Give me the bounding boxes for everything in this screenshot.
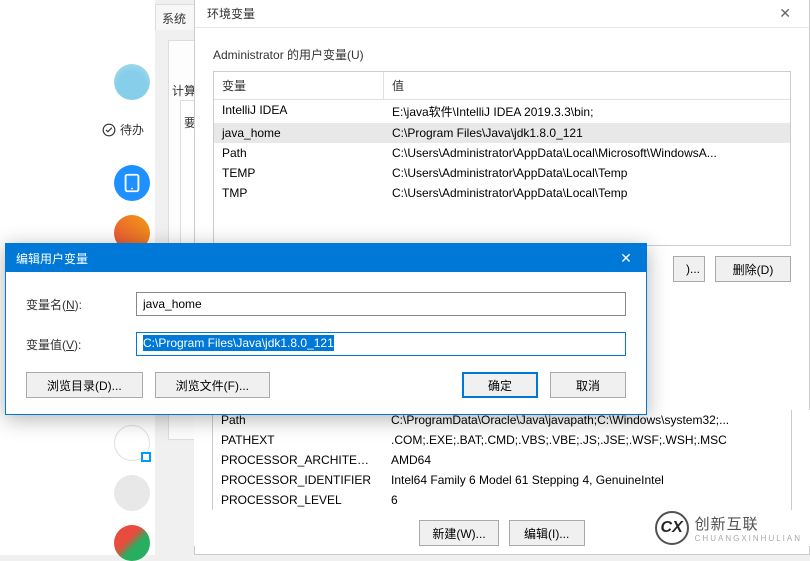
var-name-cell: TMP — [214, 183, 384, 203]
env-title-text: 环境变量 — [207, 5, 255, 22]
var-name-cell: java_home — [214, 123, 384, 143]
new-button[interactable]: 新建(W)... — [419, 520, 498, 546]
delete-button[interactable]: 删除(D) — [715, 256, 791, 282]
var-name-input[interactable] — [136, 292, 626, 316]
var-value-cell: AMD64 — [383, 450, 791, 470]
avatar[interactable] — [114, 475, 150, 511]
browse-file-button[interactable]: 浏览文件(F)... — [155, 372, 270, 398]
var-value-cell: C:\Program Files\Java\jdk1.8.0_121 — [384, 123, 790, 143]
table-header: 变量 值 — [214, 72, 790, 100]
table-row[interactable]: java_homeC:\Program Files\Java\jdk1.8.0_… — [214, 123, 790, 143]
pending-label[interactable]: 待办 — [102, 121, 144, 138]
var-name-cell: PROCESSOR_IDENTIFIER — [213, 470, 383, 490]
avatar[interactable] — [114, 64, 150, 100]
check-circle-icon — [102, 123, 116, 137]
var-value-cell: C:\Users\Administrator\AppData\Local\Tem… — [384, 183, 790, 203]
selection-dot-icon — [141, 452, 151, 462]
table-row[interactable]: PROCESSOR_ARCHITECT...AMD64 — [213, 450, 791, 470]
var-value-cell: .COM;.EXE;.BAT;.CMD;.VBS;.VBE;.JS;.JSE;.… — [383, 430, 791, 450]
tablet-icon — [121, 172, 143, 194]
ok-button[interactable]: 确定 — [462, 372, 538, 398]
system-tab[interactable]: 系统 — [155, 4, 195, 30]
dialog-titlebar[interactable]: 编辑用户变量 ✕ — [6, 244, 646, 272]
logo-icon: CX — [655, 511, 689, 545]
device-icon[interactable] — [114, 165, 150, 201]
table-row[interactable]: PROCESSOR_IDENTIFIERIntel64 Family 6 Mod… — [213, 470, 791, 490]
dialog-title: 编辑用户变量 — [16, 250, 88, 267]
table-row[interactable]: PATHEXT.COM;.EXE;.BAT;.CMD;.VBS;.VBE;.JS… — [213, 430, 791, 450]
watermark-logo: CX 创新互联 CHUANGXINHULIAN — [655, 511, 802, 545]
browse-dir-button[interactable]: 浏览目录(D)... — [26, 372, 143, 398]
table-row[interactable]: TEMPC:\Users\Administrator\AppData\Local… — [214, 163, 790, 183]
col-value-header[interactable]: 值 — [384, 72, 790, 99]
var-value-cell: C:\Users\Administrator\AppData\Local\Mic… — [384, 143, 790, 163]
table-row[interactable]: TMPC:\Users\Administrator\AppData\Local\… — [214, 183, 790, 203]
var-name-cell: PATHEXT — [213, 430, 383, 450]
var-value-cell: 6 — [383, 490, 791, 510]
user-vars-label: Administrator 的用户变量(U) — [213, 46, 791, 63]
var-name-cell: PROCESSOR_LEVEL — [213, 490, 383, 510]
col-name-header[interactable]: 变量 — [214, 72, 384, 99]
var-value-cell: C:\Users\Administrator\AppData\Local\Tem… — [384, 163, 790, 183]
var-name-cell: TEMP — [214, 163, 384, 183]
logo-subtext: CHUANGXINHULIAN — [695, 534, 802, 543]
env-titlebar: 环境变量 ✕ — [195, 0, 809, 28]
var-value-cell: E:\java软件\IntelliJ IDEA 2019.3.3\bin; — [384, 100, 790, 123]
edit-button[interactable]: 编辑(I)... — [509, 520, 585, 546]
close-icon[interactable]: ✕ — [773, 5, 797, 22]
sys-vars-table[interactable]: PathC:\ProgramData\Oracle\Java\javapath;… — [212, 410, 792, 510]
table-row[interactable]: PathC:\Users\Administrator\AppData\Local… — [214, 143, 790, 163]
avatar[interactable] — [114, 525, 150, 561]
partial-button[interactable]: )... — [673, 256, 705, 282]
var-name-cell: Path — [214, 143, 384, 163]
var-name-cell: PROCESSOR_ARCHITECT... — [213, 450, 383, 470]
user-vars-table[interactable]: 变量 值 IntelliJ IDEAE:\java软件\IntelliJ IDE… — [213, 71, 791, 246]
var-value-label: 变量值(V): — [26, 336, 136, 353]
var-value-input[interactable]: C:\Program Files\Java\jdk1.8.0_121 — [136, 332, 626, 356]
close-icon[interactable]: ✕ — [606, 244, 646, 272]
avatar[interactable] — [114, 425, 150, 461]
var-name-cell: IntelliJ IDEA — [214, 100, 384, 123]
pending-text: 待办 — [120, 121, 144, 138]
var-value-cell: Intel64 Family 6 Model 61 Stepping 4, Ge… — [383, 470, 791, 490]
table-row[interactable]: IntelliJ IDEAE:\java软件\IntelliJ IDEA 201… — [214, 100, 790, 123]
var-name-label: 变量名(N): — [26, 296, 136, 313]
edit-user-var-dialog: 编辑用户变量 ✕ 变量名(N): 变量值(V): C:\Program File… — [5, 243, 647, 415]
cancel-button[interactable]: 取消 — [550, 372, 626, 398]
selected-value-text: C:\Program Files\Java\jdk1.8.0_121 — [143, 335, 334, 351]
logo-text: 创新互联 — [695, 513, 802, 534]
table-row[interactable]: PROCESSOR_LEVEL6 — [213, 490, 791, 510]
